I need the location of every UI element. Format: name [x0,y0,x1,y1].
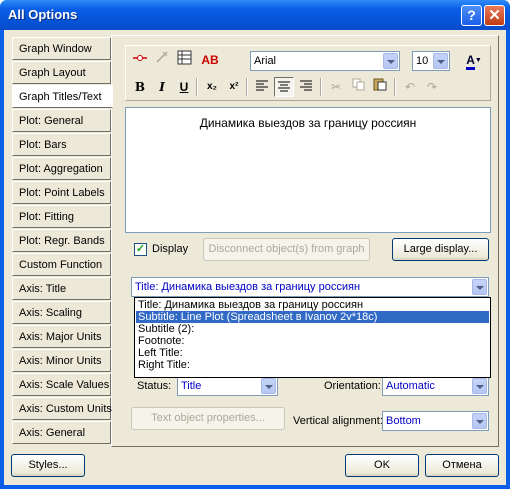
bold-icon[interactable]: B [130,77,150,97]
underline-icon[interactable]: U [174,77,194,97]
tab-plot-general[interactable]: Plot: General [12,109,111,132]
font-size-select[interactable]: 10 [412,51,450,71]
dialog-body: Graph Window Graph Layout Graph Titles/T… [4,30,506,485]
dropdown-option[interactable]: Footnote: [136,335,489,347]
title-object-value: Title: Динамика выездов за границу росси… [135,281,361,293]
tab-plot-point-labels[interactable]: Plot: Point Labels [12,181,111,204]
tab-plot-regr-bands[interactable]: Plot: Regr. Bands [12,229,111,252]
text-toolbar: AB Arial 10 A▼ B I U x₂ x² ✂ ↶ ↷ [125,45,491,101]
subscript-icon[interactable]: x₂ [202,77,222,97]
chevron-down-icon[interactable] [472,378,487,394]
font-color-glyph: A [466,53,475,70]
table-icon[interactable] [174,50,194,70]
chevron-down-icon[interactable] [261,378,276,394]
ok-button[interactable]: OK [345,454,419,477]
display-checkbox[interactable]: ✓ [134,243,147,256]
vertical-alignment-value: Bottom [386,415,421,427]
link-icon[interactable] [130,50,150,70]
title-text-editor[interactable]: Динамика выездов за границу россиян [125,107,491,233]
title-bar[interactable]: All Options ? ✕ [0,0,510,30]
tab-custom-function[interactable]: Custom Function [12,253,111,276]
cut-icon[interactable]: ✂ [326,77,346,97]
tab-graph-layout[interactable]: Graph Layout [12,61,111,84]
status-label: Status: [137,380,172,392]
dropdown-option[interactable]: Right Title: [136,359,489,371]
redo-icon[interactable]: ↷ [422,77,442,97]
title-object-dropdown-list: Title: Динамика выездов за границу росси… [134,297,491,378]
tab-graph-window[interactable]: Graph Window [12,37,111,60]
orientation-label: Orientation: [324,380,381,392]
tab-axis-minor-units[interactable]: Axis: Minor Units [12,349,111,372]
superscript-icon[interactable]: x² [224,77,244,97]
orientation-select[interactable]: Automatic [382,376,489,396]
tab-axis-custom-units[interactable]: Axis: Custom Units [12,397,112,420]
tab-axis-title[interactable]: Axis: Title [12,277,111,300]
toolbar-separator [196,78,198,96]
tab-plot-bars[interactable]: Plot: Bars [12,133,111,156]
disconnect-button[interactable]: Disconnect object(s) from graph [203,238,370,261]
status-select[interactable]: Title [177,376,278,396]
dropdown-option[interactable]: Left Title: [136,347,489,359]
dropdown-option[interactable]: Subtitle (2): [136,323,489,335]
chevron-down-icon[interactable] [383,53,398,69]
large-display-button[interactable]: Large display... [392,238,489,261]
toolbar-separator [320,78,322,96]
tab-axis-scale-values[interactable]: Axis: Scale Values [12,373,111,396]
tab-plot-fitting[interactable]: Plot: Fitting [12,205,111,228]
vertical-alignment-select[interactable]: Bottom [382,411,489,431]
orientation-value: Automatic [386,380,435,392]
window-title: All Options [8,7,78,22]
title-object-select[interactable]: Title: Динамика выездов за границу росси… [131,277,489,297]
chevron-down-icon[interactable] [472,413,487,429]
paste-icon[interactable] [370,77,390,97]
font-name-select[interactable]: Arial [250,51,400,71]
font-name-value: Arial [254,55,277,67]
close-button[interactable]: ✕ [484,5,505,26]
tab-axis-general[interactable]: Axis: General [12,421,111,444]
tab-axis-major-units[interactable]: Axis: Major Units [12,325,111,348]
vertical-alignment-label: Vertical alignment: [293,415,383,427]
cancel-button[interactable]: Отмена [425,454,499,477]
styles-button[interactable]: Styles... [11,454,85,477]
dropdown-option[interactable]: Title: Динамика выездов за границу росси… [136,299,489,311]
tab-axis-scaling[interactable]: Axis: Scaling [12,301,111,324]
align-right-icon[interactable] [296,77,316,97]
italic-icon[interactable]: I [152,77,172,97]
chevron-down-icon[interactable] [433,53,448,69]
copy-icon[interactable] [348,77,368,97]
chevron-down-icon[interactable] [472,279,487,295]
text-object-properties-button[interactable]: Text object properties... [131,407,285,430]
font-color-icon[interactable]: A▼ [460,50,488,70]
display-label: Display [152,243,189,255]
align-left-icon[interactable] [252,77,272,97]
undo-icon[interactable]: ↶ [400,77,420,97]
help-button[interactable]: ? [461,5,482,26]
toolbar-separator [246,78,248,96]
dropdown-option-selected[interactable]: Subtitle: Line Plot (Spreadsheet в Ivano… [136,311,489,323]
align-center-icon[interactable] [274,77,294,97]
unlink-icon[interactable] [152,50,172,70]
editor-text: Динамика выездов за границу россиян [199,116,417,130]
tab-graph-titles-text[interactable]: Graph Titles/Text [12,85,113,108]
tab-plot-aggregation[interactable]: Plot: Aggregation [12,157,111,180]
spell-ab-icon[interactable]: AB [198,50,222,70]
toolbar-separator [394,78,396,96]
status-value: Title [181,380,202,392]
all-options-window: All Options ? ✕ Graph Window Graph Layou… [0,0,510,489]
font-size-value: 10 [416,55,429,67]
